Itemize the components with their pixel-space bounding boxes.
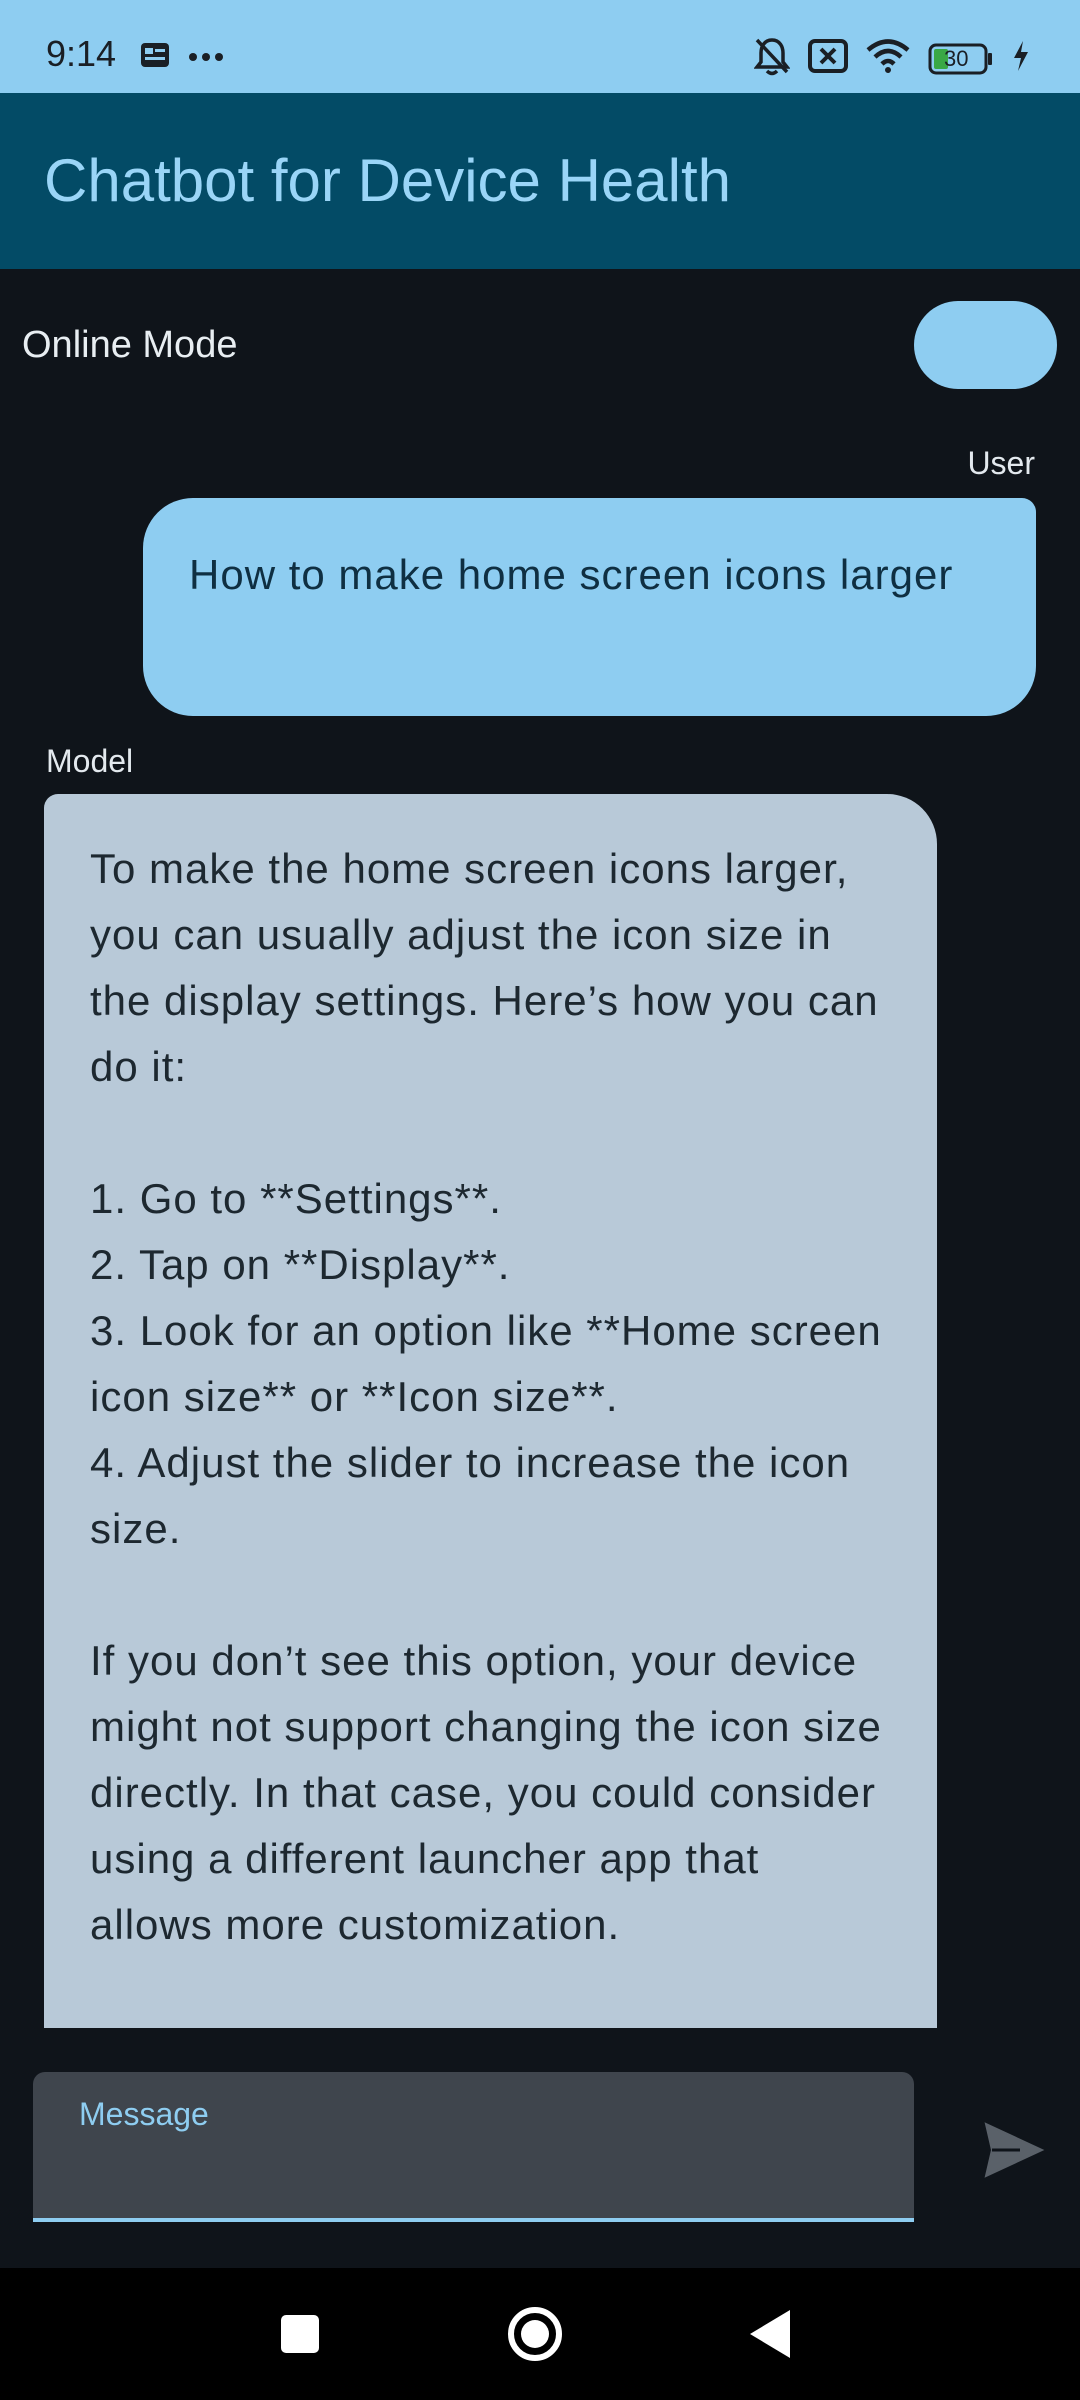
chat-area[interactable]: User How to make home screen icons large…: [0, 424, 1080, 2028]
status-bar: 9:14 30: [0, 0, 1080, 93]
user-sender-label: User: [967, 445, 1035, 481]
battery-level: 30: [944, 45, 969, 71]
model-message-text: To make the home screen icons larger, yo…: [90, 845, 882, 1948]
online-mode-row: Online Mode: [0, 269, 1080, 424]
status-right-icons: 30: [753, 36, 1030, 81]
status-time: 9:14: [46, 33, 117, 74]
battery-icon: 30: [928, 43, 994, 75]
status-left-icons: [140, 42, 224, 73]
back-triangle-icon: [750, 2310, 790, 2358]
home-circle-icon: [508, 2307, 562, 2361]
back-button[interactable]: [740, 2304, 800, 2364]
message-input[interactable]: [33, 2072, 914, 2218]
online-mode-toggle[interactable]: [914, 301, 1057, 389]
more-dots-icon: [188, 49, 224, 67]
model-message-bubble: To make the home screen icons larger, yo…: [44, 794, 937, 2028]
recents-square-icon: [281, 2315, 319, 2353]
app-bar: Chatbot for Device Health: [0, 93, 1080, 269]
online-mode-label: Online Mode: [22, 324, 238, 366]
charging-icon: [1012, 40, 1030, 77]
app-title: Chatbot for Device Health: [44, 147, 732, 214]
home-button[interactable]: [505, 2304, 565, 2364]
wifi-icon: [866, 39, 910, 78]
message-field[interactable]: Message: [33, 2072, 914, 2222]
navigation-bar: [0, 2268, 1080, 2400]
message-input-area: Message: [0, 2028, 1080, 2268]
recents-button[interactable]: [270, 2304, 330, 2364]
user-message-text: How to make home screen icons larger: [189, 551, 954, 598]
no-sim-icon: [808, 39, 848, 78]
send-icon: [984, 2122, 1045, 2178]
send-button[interactable]: [982, 2118, 1046, 2182]
notification-card-icon: [140, 42, 170, 73]
bell-off-icon: [753, 36, 791, 81]
user-message-bubble: How to make home screen icons larger: [143, 498, 1036, 716]
model-sender-label: Model: [46, 743, 134, 779]
